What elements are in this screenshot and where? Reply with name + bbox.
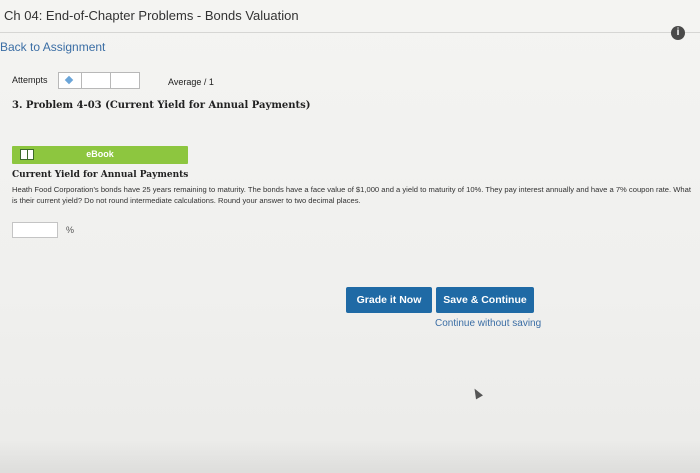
continue-without-saving-link[interactable]: Continue without saving (435, 318, 541, 329)
attempts-indicator (58, 72, 140, 89)
ebook-button[interactable]: eBook (12, 146, 188, 164)
average-score: Average / 1 (168, 77, 214, 87)
page-title: Ch 04: End-of-Chapter Problems - Bonds V… (4, 8, 299, 23)
title-divider (0, 32, 700, 33)
attempts-cell-icon (59, 73, 82, 88)
mouse-cursor-icon (471, 386, 483, 400)
grade-it-now-button[interactable]: Grade it Now (346, 287, 432, 313)
diamond-icon (64, 75, 74, 85)
bottom-shade (0, 440, 700, 473)
assignment-page: Ch 04: End-of-Chapter Problems - Bonds V… (0, 0, 700, 473)
problem-title: 3. Problem 4-03 (Current Yield for Annua… (12, 100, 311, 111)
answer-input[interactable] (12, 222, 58, 238)
save-and-continue-button[interactable]: Save & Continue (436, 287, 534, 313)
back-to-assignment-link[interactable]: Back to Assignment (0, 40, 105, 54)
attempts-label: Attempts (12, 75, 48, 85)
percent-unit-label: % (66, 225, 75, 235)
problem-heading: Current Yield for Annual Payments (12, 170, 189, 180)
attempts-cell (81, 73, 111, 88)
problem-text: Heath Food Corporation's bonds have 25 y… (12, 185, 691, 205)
ebook-label: eBook (86, 149, 114, 159)
info-icon[interactable]: i (671, 26, 685, 40)
